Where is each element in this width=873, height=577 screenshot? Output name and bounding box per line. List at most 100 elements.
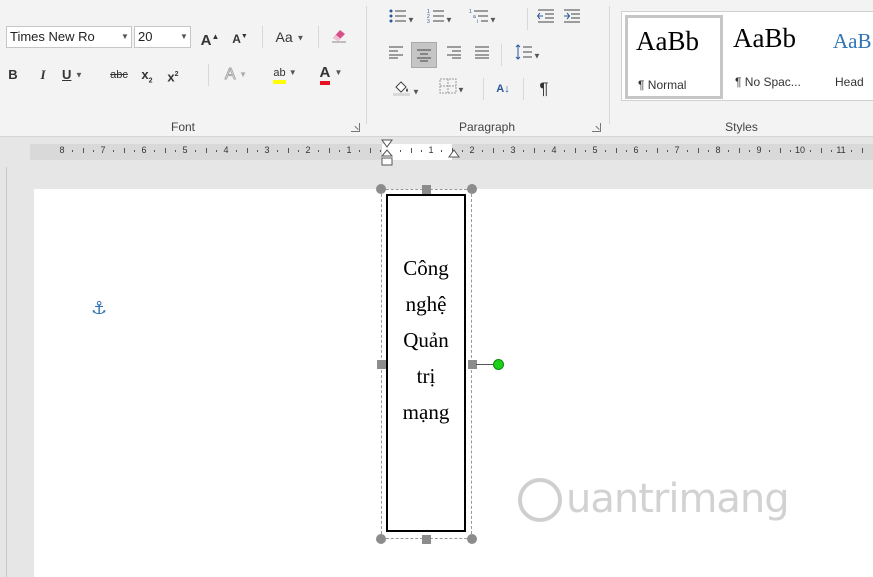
change-case-label: Aa <box>275 29 293 45</box>
ruler-tick <box>789 150 791 152</box>
multilevel-list-button[interactable]: 1 a i ▼ <box>463 8 503 30</box>
highlight-button[interactable]: ab ▼ <box>264 62 306 84</box>
font-dialog-launcher[interactable] <box>351 123 360 132</box>
ruler-tick <box>707 150 709 152</box>
ruler-tick <box>666 150 668 152</box>
align-right-button[interactable] <box>443 44 465 66</box>
ruler-number: 2 <box>469 145 475 155</box>
ruler-tick <box>830 150 832 152</box>
font-size-box[interactable]: 20 ▼ <box>134 26 191 48</box>
shading-button[interactable]: ▼ <box>385 78 427 100</box>
ruler-tick <box>584 150 586 152</box>
styles-group-label: Styles <box>725 120 758 134</box>
rotate-handle[interactable] <box>493 359 504 370</box>
sort-button[interactable]: A↓ <box>491 78 515 100</box>
textbox-line: trị <box>416 364 436 388</box>
ruler-tick <box>441 150 443 152</box>
ruler-tick <box>72 150 74 152</box>
ribbon: Times New Ro ▼ 20 ▼ A▲ A▼ Aa ▼ B I U ▼ a… <box>0 0 873 137</box>
paragraph-dialog-launcher[interactable] <box>592 123 601 132</box>
chevron-down-icon[interactable]: ▼ <box>178 27 190 47</box>
ruler-tick <box>646 150 648 152</box>
resize-handle-bottom[interactable] <box>422 535 431 544</box>
strikethrough-button[interactable]: abc <box>104 64 134 86</box>
increase-indent-button[interactable] <box>561 8 583 30</box>
paragraph-group-label: Paragraph <box>458 120 516 134</box>
resize-handle-bottom-left[interactable] <box>376 534 386 544</box>
ruler-number: 4 <box>223 145 229 155</box>
ruler-tick <box>246 148 248 153</box>
hanging-indent-marker[interactable] <box>381 149 393 167</box>
bold-button[interactable]: B <box>4 64 22 86</box>
font-color-button[interactable]: A ▼ <box>310 62 352 85</box>
superscript-button[interactable]: x2 <box>164 64 182 86</box>
shrink-font-button[interactable]: A▼ <box>229 26 251 48</box>
clear-formatting-button[interactable] <box>328 26 350 48</box>
ruler-tick <box>738 148 740 153</box>
ruler-number: 2 <box>305 145 311 155</box>
ruler-tick <box>502 150 504 152</box>
borders-button[interactable]: ▼ <box>431 78 473 100</box>
decrease-indent-button[interactable] <box>535 8 557 30</box>
anchor-icon[interactable]: ⚓ <box>91 298 107 319</box>
grow-font-label: A <box>200 32 212 49</box>
ruler-tick <box>338 150 340 152</box>
eraser-icon <box>332 30 346 43</box>
horizontal-ruler[interactable]: 8 7 6 5 4 3 2 1 1 2 3 4 5 6 7 8 9 10 11 <box>0 137 873 167</box>
right-indent-marker[interactable] <box>448 149 460 159</box>
decrease-indent-icon <box>536 9 554 23</box>
ruler-number: 8 <box>715 145 721 155</box>
ruler-tick <box>174 150 176 152</box>
resize-handle-top-left[interactable] <box>376 184 386 194</box>
bullet-list-icon <box>389 9 407 23</box>
font-group: Times New Ro ▼ 20 ▼ A▲ A▼ Aa ▼ B I U ▼ a… <box>0 0 366 137</box>
resize-handle-bottom-right[interactable] <box>467 534 477 544</box>
justify-button[interactable] <box>471 44 493 66</box>
chevron-down-icon[interactable]: ▼ <box>119 27 131 47</box>
ruler-tick <box>461 150 463 152</box>
ruler-tick <box>810 150 812 152</box>
align-left-button[interactable] <box>385 44 407 66</box>
underline-button[interactable]: U ▼ <box>62 64 102 86</box>
multilevel-list-icon: 1ai <box>469 9 489 25</box>
font-name-box[interactable]: Times New Ro ▼ <box>6 26 132 48</box>
ruler-number: 4 <box>551 145 557 155</box>
ruler-tick <box>277 150 279 152</box>
change-case-button[interactable]: Aa ▼ <box>270 26 310 48</box>
italic-button[interactable]: I <box>34 64 52 86</box>
first-line-indent-marker[interactable] <box>381 139 393 149</box>
textbox[interactable]: Công nghệ Quản trị mạng <box>386 194 466 532</box>
show-formatting-button[interactable]: ¶ <box>533 78 555 100</box>
numbering-button[interactable]: 1 2 3 ▼ <box>423 8 457 30</box>
font-color-label: A <box>319 65 331 85</box>
ruler-tick <box>133 150 135 152</box>
watermark-logo-icon <box>518 478 562 522</box>
ruler-tick <box>625 150 627 152</box>
ruler-tick <box>215 150 217 152</box>
resize-handle-top-right[interactable] <box>467 184 477 194</box>
ruler-tick <box>564 150 566 152</box>
ruler-number: 7 <box>674 145 680 155</box>
textbox-line: Công <box>403 256 449 280</box>
text-effects-button[interactable]: A ▼ <box>216 64 256 86</box>
subscript-button[interactable]: x2 <box>138 64 156 86</box>
line-spacing-button[interactable]: ▼ <box>509 44 547 66</box>
ruler-tick <box>318 150 320 152</box>
numbered-list-icon: 123 <box>427 9 445 25</box>
font-group-label: Font <box>170 120 195 134</box>
bullets-button[interactable]: ▼ <box>385 8 419 30</box>
line-spacing-icon <box>515 44 533 60</box>
highlight-label: ab <box>273 66 286 84</box>
textbox-text[interactable]: Công nghệ Quản trị mạng <box>388 250 464 430</box>
grow-font-button[interactable]: A▲ <box>199 26 221 49</box>
align-center-button[interactable] <box>411 42 437 68</box>
ruler-tick <box>820 148 822 153</box>
resize-handle-top[interactable] <box>422 185 431 194</box>
ruler-tick <box>574 148 576 153</box>
ruler-tick <box>113 150 115 152</box>
ruler-number: 6 <box>141 145 147 155</box>
superscript-label: x <box>167 69 175 85</box>
shrink-font-label: A <box>232 32 241 46</box>
ruler-number: 5 <box>182 145 188 155</box>
resize-handle-left[interactable] <box>377 360 386 369</box>
